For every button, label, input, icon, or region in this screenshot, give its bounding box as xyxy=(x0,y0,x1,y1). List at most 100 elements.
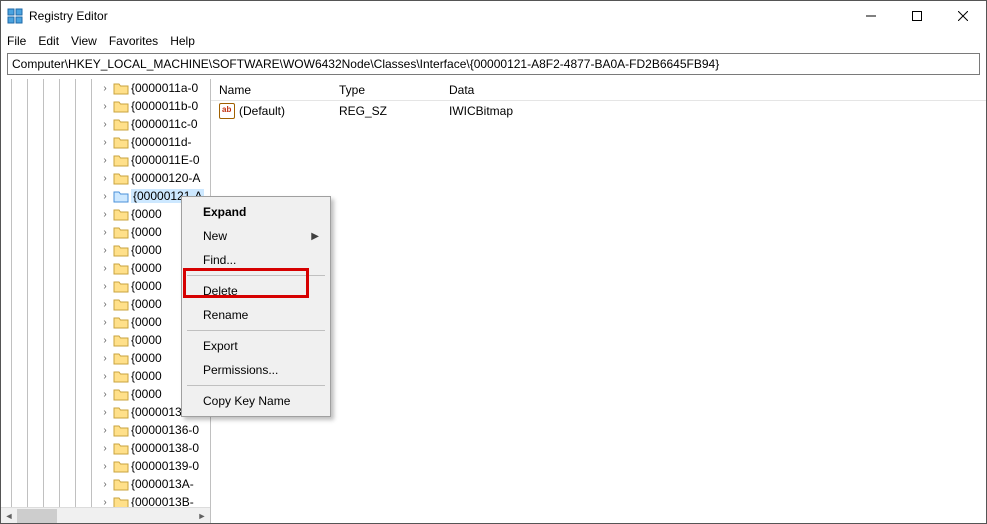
tree-item-label: {0000011c-0 xyxy=(131,117,198,131)
folder-icon xyxy=(113,99,129,113)
address-bar[interactable]: Computer\HKEY_LOCAL_MACHINE\SOFTWARE\WOW… xyxy=(7,53,980,75)
chevron-right-icon: ▶ xyxy=(311,231,319,242)
value-data: IWICBitmap xyxy=(441,104,986,118)
folder-icon xyxy=(113,189,129,203)
tree-pane[interactable]: ›{0000011a-0›{0000011b-0›{0000011c-0›{00… xyxy=(1,79,211,523)
folder-icon xyxy=(113,387,129,401)
tree-item[interactable]: › {0000011b-0 xyxy=(99,97,210,115)
tree-item-label: {0000 xyxy=(131,243,162,257)
scroll-left-icon[interactable]: ◄ xyxy=(1,508,17,524)
tree-item[interactable]: › {0000011a-0 xyxy=(99,79,210,97)
chevron-right-icon[interactable]: › xyxy=(99,443,111,454)
chevron-right-icon[interactable]: › xyxy=(99,371,111,382)
chevron-right-icon[interactable]: › xyxy=(99,155,111,166)
chevron-right-icon[interactable]: › xyxy=(99,119,111,130)
column-header-type[interactable]: Type xyxy=(331,83,441,97)
separator xyxy=(187,275,325,276)
tree-item-label: {0000 xyxy=(131,315,162,329)
scrollbar-horizontal[interactable]: ◄ ► xyxy=(1,507,210,523)
ctx-new[interactable]: New▶ xyxy=(185,224,327,248)
scroll-right-icon[interactable]: ► xyxy=(194,508,210,524)
chevron-right-icon[interactable]: › xyxy=(99,335,111,346)
value-name-cell: (Default) xyxy=(211,103,331,119)
tree-item-label: {0000011E-0 xyxy=(131,153,200,167)
chevron-right-icon[interactable]: › xyxy=(99,101,111,112)
chevron-right-icon[interactable]: › xyxy=(99,281,111,292)
tree-item[interactable]: › {0000011c-0 xyxy=(99,115,210,133)
ctx-find[interactable]: Find... xyxy=(185,248,327,272)
chevron-right-icon[interactable]: › xyxy=(99,299,111,310)
menu-edit[interactable]: Edit xyxy=(38,34,59,48)
context-menu: Expand New▶ Find... Delete Rename Export… xyxy=(181,196,331,417)
list-row[interactable]: (Default) REG_SZ IWICBitmap xyxy=(211,101,986,121)
chevron-right-icon[interactable]: › xyxy=(99,227,111,238)
window: Registry Editor File Edit View Favorites… xyxy=(0,0,987,524)
menu-file[interactable]: File xyxy=(7,34,26,48)
menu-help[interactable]: Help xyxy=(170,34,195,48)
window-controls xyxy=(848,1,986,31)
tree-item[interactable]: ›{00000120-A xyxy=(99,169,210,187)
folder-icon xyxy=(113,135,129,149)
tree-item-label: {00000136-0 xyxy=(131,423,199,437)
tree-item-label: {0000 xyxy=(131,225,162,239)
tree-item-label: {0000 xyxy=(131,297,162,311)
folder-icon xyxy=(113,315,129,329)
chevron-right-icon[interactable]: › xyxy=(99,425,111,436)
tree-item-label: {0000 xyxy=(131,207,162,221)
chevron-right-icon[interactable]: › xyxy=(99,173,111,184)
ctx-export[interactable]: Export xyxy=(185,334,327,358)
folder-icon xyxy=(113,243,129,257)
folder-icon xyxy=(113,225,129,239)
ctx-expand[interactable]: Expand xyxy=(185,200,327,224)
ctx-rename[interactable]: Rename xyxy=(185,303,327,327)
tree-item-label: {0000011a-0 xyxy=(131,81,198,95)
tree-item[interactable]: › {00000136-0 xyxy=(99,421,210,439)
tree-item[interactable]: ›{0000013A- xyxy=(99,475,210,493)
tree-item-label: {0000 xyxy=(131,279,162,293)
column-header-data[interactable]: Data xyxy=(441,83,986,97)
tree-item-label: {0000 xyxy=(131,333,162,347)
chevron-right-icon[interactable]: › xyxy=(99,497,111,508)
folder-icon xyxy=(113,261,129,275)
menu-favorites[interactable]: Favorites xyxy=(109,34,158,48)
tree-item[interactable]: › {0000011E-0 xyxy=(99,151,210,169)
tree-item[interactable]: › {0000011d- xyxy=(99,133,210,151)
value-name: (Default) xyxy=(239,104,285,118)
minimize-button[interactable] xyxy=(848,1,894,31)
tree-item[interactable]: ›{00000138-0 xyxy=(99,439,210,457)
chevron-right-icon[interactable]: › xyxy=(99,209,111,220)
chevron-right-icon[interactable]: › xyxy=(99,389,111,400)
folder-icon xyxy=(113,117,129,131)
ctx-delete[interactable]: Delete xyxy=(185,279,327,303)
chevron-right-icon[interactable]: › xyxy=(99,461,111,472)
ctx-permissions[interactable]: Permissions... xyxy=(185,358,327,382)
tree-item-label: {0000 xyxy=(131,369,162,383)
menu-view[interactable]: View xyxy=(71,34,97,48)
folder-icon xyxy=(113,81,129,95)
chevron-right-icon[interactable]: › xyxy=(99,353,111,364)
maximize-button[interactable] xyxy=(894,1,940,31)
tree-item-label: {0000011d- xyxy=(131,135,192,149)
scroll-thumb[interactable] xyxy=(17,509,57,523)
tree-item[interactable]: ›{00000139-0 xyxy=(99,457,210,475)
folder-icon xyxy=(113,297,129,311)
chevron-right-icon[interactable]: › xyxy=(99,407,111,418)
chevron-right-icon[interactable]: › xyxy=(99,83,111,94)
list-header: Name Type Data xyxy=(211,79,986,101)
folder-icon xyxy=(113,423,129,437)
close-button[interactable] xyxy=(940,1,986,31)
folder-icon xyxy=(113,369,129,383)
ctx-copy-key-name[interactable]: Copy Key Name xyxy=(185,389,327,413)
chevron-right-icon[interactable]: › xyxy=(99,263,111,274)
chevron-right-icon[interactable]: › xyxy=(99,245,111,256)
chevron-right-icon[interactable]: › xyxy=(99,479,111,490)
column-header-name[interactable]: Name xyxy=(211,83,331,97)
chevron-right-icon[interactable]: › xyxy=(99,317,111,328)
chevron-right-icon[interactable]: › xyxy=(99,191,111,202)
folder-icon xyxy=(113,171,129,185)
folder-icon xyxy=(113,477,129,491)
folder-icon xyxy=(113,405,129,419)
tree-item-label: {0000011b-0 xyxy=(131,99,198,113)
chevron-right-icon[interactable]: › xyxy=(99,137,111,148)
folder-icon xyxy=(113,333,129,347)
